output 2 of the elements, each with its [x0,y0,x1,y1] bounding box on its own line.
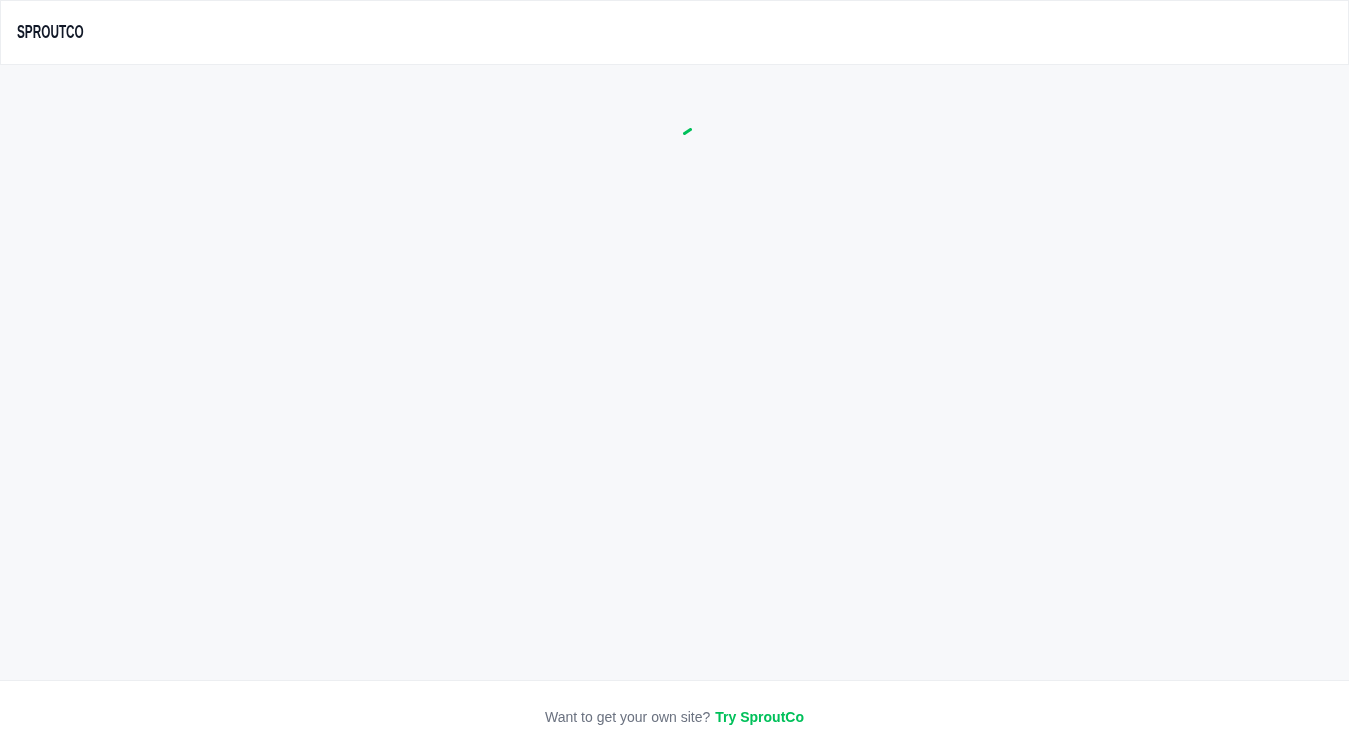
footer-prompt: Want to get your own site? [545,708,711,725]
logo[interactable]: SPROUTCO [17,21,84,42]
